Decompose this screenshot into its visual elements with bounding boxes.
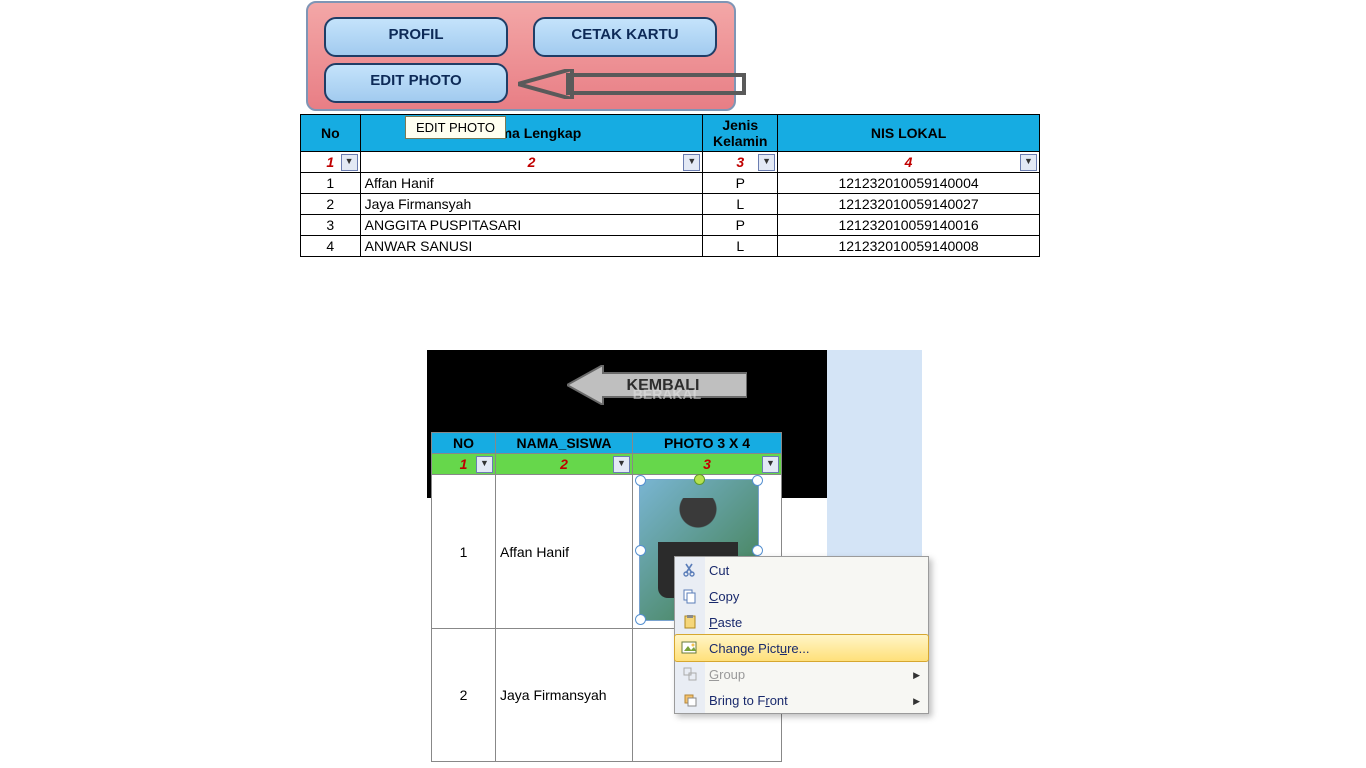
col-header-jenis-kelamin: Jenis Kelamin [703, 115, 778, 152]
table-row[interactable]: 3 ANGGITA PUSPITASARI P 1212320100591400… [301, 215, 1040, 236]
resize-handle[interactable] [635, 545, 646, 556]
profil-button[interactable]: PROFIL [324, 17, 508, 57]
col-header-nama-siswa: NAMA_SISWA [496, 433, 633, 454]
action-panel: PROFIL CETAK KARTU EDIT PHOTO [306, 1, 736, 111]
menu-label: Cut [709, 563, 729, 578]
menu-label: Bring to Front [709, 693, 788, 708]
kembali-button[interactable]: KEMBALI BERAKAL [567, 365, 747, 405]
filter-dropdown-icon[interactable]: ▼ [683, 154, 700, 171]
filter-col3: 3 [736, 154, 744, 170]
col-header-photo: PHOTO 3 X 4 [633, 433, 782, 454]
menu-cut[interactable]: Cut [675, 557, 928, 583]
filter-dropdown-icon[interactable]: ▼ [758, 154, 775, 171]
picture-context-menu: Cut Copy Paste Change Picture... Group [674, 556, 929, 714]
photo-sheet-area: KEMBALI BERAKAL NO NAMA_SISWA PHOTO 3 X … [427, 350, 922, 768]
resize-handle[interactable] [752, 475, 763, 486]
table-row[interactable]: 2 Jaya Firmansyah L 121232010059140027 [301, 194, 1040, 215]
change-picture-icon [679, 637, 701, 659]
filter-col1: 1 [326, 154, 334, 170]
filter-dropdown-icon[interactable]: ▼ [476, 456, 493, 473]
edit-photo-button[interactable]: EDIT PHOTO [324, 63, 508, 103]
tooltip: EDIT PHOTO [405, 116, 506, 139]
submenu-arrow-icon: ▶ [913, 696, 920, 707]
filter-dropdown-icon[interactable]: ▼ [341, 154, 358, 171]
menu-group: Group ▶ [675, 661, 928, 687]
filter-col2: 2 [528, 154, 536, 170]
filter-dropdown-icon[interactable]: ▼ [1020, 154, 1037, 171]
resize-handle[interactable] [635, 475, 646, 486]
annotation-arrow-icon [518, 69, 748, 99]
group-icon [679, 663, 701, 685]
filter-col1: 1 [460, 456, 468, 472]
rotate-handle[interactable] [694, 474, 705, 485]
menu-label: Copy [709, 589, 739, 604]
col-header-no: No [301, 115, 361, 152]
menu-label: Change Picture... [709, 641, 809, 656]
cut-icon [679, 559, 701, 581]
col-header-nis: NIS LOKAL [778, 115, 1040, 152]
menu-change-picture[interactable]: Change Picture... [674, 634, 929, 662]
filter-dropdown-icon[interactable]: ▼ [613, 456, 630, 473]
filter-col2: 2 [560, 456, 568, 472]
table-row[interactable]: 1 Affan Hanif P 121232010059140004 [301, 173, 1040, 194]
menu-copy[interactable]: Copy [675, 583, 928, 609]
bring-front-icon [679, 689, 701, 711]
resize-handle[interactable] [635, 614, 646, 625]
svg-text:BERAKAL: BERAKAL [633, 386, 702, 402]
filter-dropdown-icon[interactable]: ▼ [762, 456, 779, 473]
table-row[interactable]: 4 ANWAR SANUSI L 121232010059140008 [301, 236, 1040, 257]
menu-bring-to-front[interactable]: Bring to Front ▶ [675, 687, 928, 713]
col-header-no: NO [432, 433, 496, 454]
menu-label: Paste [709, 615, 742, 630]
resize-handle[interactable] [752, 545, 763, 556]
menu-label: Group [709, 667, 745, 682]
filter-col4: 4 [905, 154, 913, 170]
copy-icon [679, 585, 701, 607]
submenu-arrow-icon: ▶ [913, 670, 920, 681]
cetak-kartu-button[interactable]: CETAK KARTU [533, 17, 717, 57]
menu-paste[interactable]: Paste [675, 609, 928, 635]
filter-col3: 3 [703, 456, 711, 472]
paste-icon [679, 611, 701, 633]
